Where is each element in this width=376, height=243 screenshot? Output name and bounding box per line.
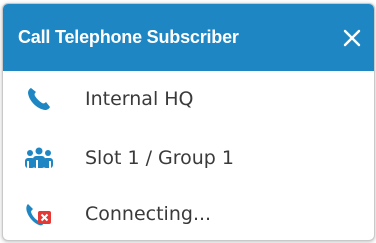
phone-icon — [23, 83, 55, 115]
close-icon[interactable] — [342, 28, 362, 48]
dialog-title: Call Telephone Subscriber — [18, 27, 239, 47]
group-icon — [23, 142, 55, 174]
row-label: Slot 1 / Group 1 — [85, 147, 234, 169]
call-dialog: Call Telephone Subscriber Internal HQ Sl… — [2, 3, 375, 241]
dialog-title-bar: Call Telephone Subscriber — [3, 4, 374, 71]
call-failed-icon — [23, 198, 55, 230]
row-status: Connecting... — [3, 186, 374, 240]
row-target: Internal HQ — [3, 71, 374, 127]
row-label: Connecting... — [85, 203, 212, 225]
row-label: Internal HQ — [85, 88, 194, 110]
row-group: Slot 1 / Group 1 — [3, 130, 374, 186]
